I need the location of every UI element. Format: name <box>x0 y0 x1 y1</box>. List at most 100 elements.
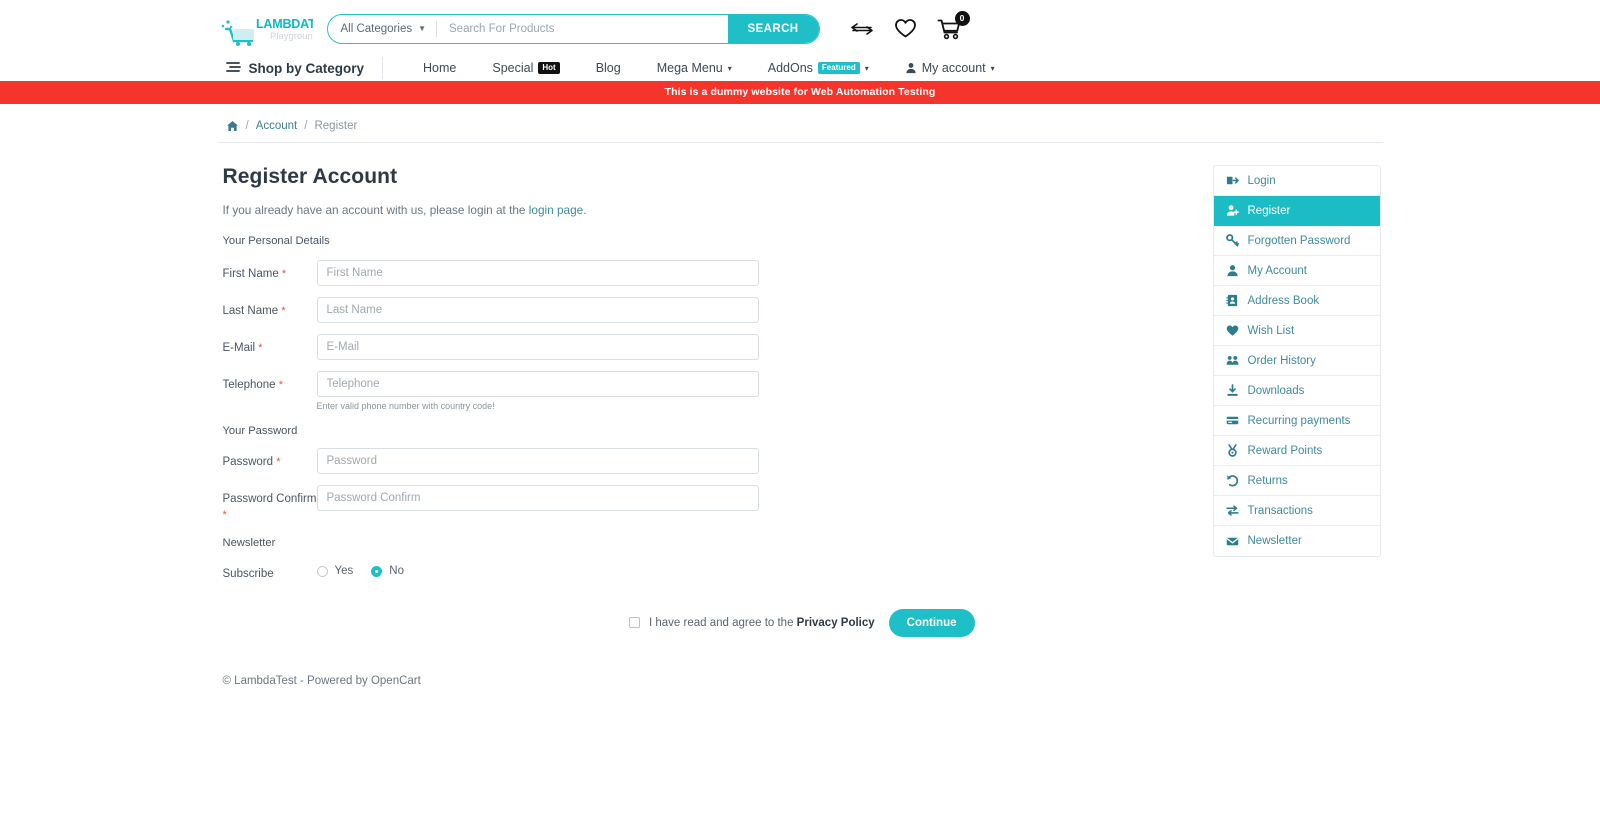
field-row-telephone: Telephone * Enter valid phone number with… <box>223 371 978 411</box>
search-button[interactable]: SEARCH <box>727 14 819 43</box>
sidebar-item-recurring-payments[interactable]: Recurring payments <box>1213 406 1380 436</box>
nav-item-blog[interactable]: Blog <box>578 61 639 75</box>
field-label-password: Password * <box>222 456 281 468</box>
field-control-password-confirm <box>316 485 759 511</box>
credit-card-icon <box>1226 414 1239 427</box>
radio-label: Yes <box>334 565 354 578</box>
privacy-policy-checkbox[interactable] <box>628 617 640 629</box>
field-label-password-confirm: Password Confirm * <box>222 493 317 521</box>
required-marker: * <box>278 379 284 391</box>
password-legend: Your Password <box>222 425 298 437</box>
required-marker: * <box>281 268 287 280</box>
subscribe-option-no[interactable]: No <box>371 565 404 577</box>
nav-item-mega-menu[interactable]: Mega Menu ▾ <box>639 61 750 75</box>
page-title: Register Account <box>222 165 398 188</box>
nav-item-label: Blog <box>595 61 621 75</box>
cart-icon[interactable]: 0 <box>937 10 970 40</box>
e-mail-input[interactable] <box>316 334 759 360</box>
nav-item-label: AddOns <box>767 61 813 75</box>
category-select-label: All Categories <box>340 22 413 35</box>
sidebar-item-reward-points[interactable]: Reward Points <box>1213 436 1380 466</box>
sidebar-item-downloads[interactable]: Downloads <box>1213 376 1380 406</box>
key-icon <box>1225 234 1239 247</box>
breadcrumb-item-register: Register <box>314 120 358 132</box>
nav-item-special[interactable]: Special Hot <box>474 61 577 75</box>
nav-badge-hot: Hot <box>538 62 560 74</box>
undo-icon <box>1226 474 1239 487</box>
field-row-password-confirm: Password Confirm * <box>223 485 978 523</box>
radio-label: No <box>389 565 404 578</box>
nav-item-my-account[interactable]: My account ▾ <box>887 61 1013 75</box>
field-row-last-name: Last Name * <box>223 297 978 323</box>
register-form-panel: Register Account If you already have an … <box>218 165 978 637</box>
agree-text-before: I have read and agree to the <box>648 616 797 629</box>
last-name-input[interactable] <box>316 297 759 323</box>
newsletter-legend: Newsletter <box>222 537 276 550</box>
site-logo[interactable]: LAMBDATEST Playground <box>218 9 313 49</box>
subscribe-label: Subscribe <box>222 568 274 581</box>
shop-by-category-button[interactable]: Shop by Category <box>225 61 383 76</box>
heart-icon[interactable] <box>894 18 917 39</box>
envelope-icon <box>1225 535 1239 548</box>
field-row-e-mail: E-Mail * <box>223 334 978 360</box>
password-confirm-input[interactable] <box>316 485 759 511</box>
sidebar-item-newsletter[interactable]: Newsletter <box>1214 526 1380 556</box>
sidebar-item-order-history[interactable]: Order History <box>1213 346 1380 376</box>
field-control-first-name <box>316 260 759 286</box>
login-hint: If you already have an account with us, … <box>223 203 978 217</box>
personal-details-fields: First Name * Last Name * E-Mail * Telephone… <box>223 260 978 411</box>
continue-button[interactable]: Continue <box>888 608 975 637</box>
password-input[interactable] <box>316 448 759 474</box>
sidebar-item-label: Transactions <box>1247 504 1313 517</box>
breadcrumb-item-account[interactable]: Account <box>256 120 298 132</box>
form-actions: I have read and agree to the Privacy Pol… <box>223 608 978 637</box>
address-book-icon <box>1225 294 1239 307</box>
telephone-input[interactable] <box>316 371 759 397</box>
sidebar-item-label: My Account <box>1247 264 1307 277</box>
field-control-telephone: Enter valid phone number with country co… <box>316 371 759 411</box>
sidebar-item-returns[interactable]: Returns <box>1213 466 1380 496</box>
breadcrumb-separator: / <box>304 120 308 132</box>
sidebar-item-wish-list[interactable]: Wish List <box>1213 316 1380 346</box>
nav-item-addons[interactable]: AddOns Featured ▾ <box>750 61 887 75</box>
field-row-first-name: First Name * <box>223 260 978 286</box>
breadcrumb-separator: / <box>245 120 249 132</box>
compare-icon[interactable] <box>850 20 874 38</box>
svg-text:LAMBDATEST: LAMBDATEST <box>256 17 313 31</box>
login-icon <box>1226 174 1239 187</box>
user-plus-icon <box>1226 204 1239 217</box>
radio-button[interactable] <box>316 565 328 577</box>
login-hint-text: If you already have an account with us, … <box>222 203 529 217</box>
category-select[interactable]: All Categories ▼ <box>328 15 437 43</box>
sidebar-item-forgotten-password[interactable]: Forgotten Password <box>1213 226 1380 256</box>
breadcrumb: / Account / Register <box>217 112 1383 143</box>
top-icon-group: 0 <box>850 10 970 40</box>
first-name-input[interactable] <box>316 260 759 286</box>
home-icon[interactable] <box>226 120 239 132</box>
page-root: LAMBDATEST Playground All Categories ▼ S… <box>0 0 1600 687</box>
chevron-down-icon: ▾ <box>864 63 869 73</box>
privacy-policy-link[interactable]: Privacy Policy <box>797 617 875 629</box>
field-control-last-name <box>316 297 759 323</box>
order-history-icon <box>1226 354 1239 367</box>
field-row-password: Password * <box>223 448 978 474</box>
sidebar-item-label: Order History <box>1247 354 1316 367</box>
dummy-site-banner: This is a dummy website for Web Automati… <box>0 81 1600 104</box>
search-input[interactable] <box>437 14 728 43</box>
nav-item-label: Mega Menu <box>656 61 723 75</box>
sidebar-item-register[interactable]: Register <box>1213 196 1380 226</box>
sidebar-item-label: Wish List <box>1247 324 1295 337</box>
sidebar-item-address-book[interactable]: Address Book <box>1213 286 1380 316</box>
sidebar-item-my-account[interactable]: My Account <box>1213 256 1380 286</box>
login-page-link[interactable]: login page <box>529 203 583 217</box>
sidebar-item-label: Login <box>1247 174 1276 187</box>
nav-item-label: Special <box>492 61 534 75</box>
sidebar-item-login[interactable]: Login <box>1213 166 1380 196</box>
download-icon <box>1226 384 1239 397</box>
field-label-first-name: First Name * <box>222 268 287 280</box>
subscribe-option-yes[interactable]: Yes <box>316 565 354 578</box>
sidebar-item-transactions[interactable]: Transactions <box>1213 496 1380 526</box>
nav-item-home[interactable]: Home <box>405 61 474 75</box>
radio-button[interactable] <box>371 565 383 577</box>
chevron-down-icon: ▾ <box>990 63 995 73</box>
